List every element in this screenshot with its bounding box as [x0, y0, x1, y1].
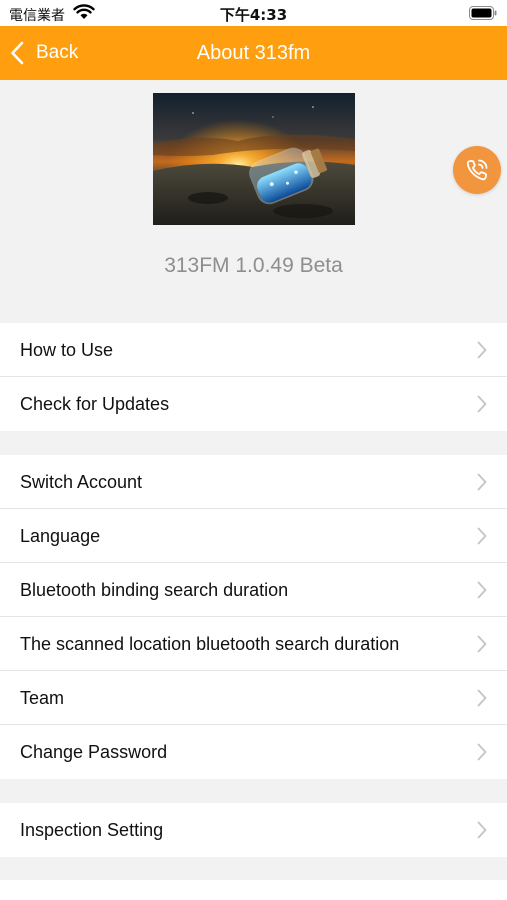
menu-item-label: Team — [20, 688, 65, 708]
menu-group-account: Switch Account Language Bluetooth bindin… — [0, 455, 507, 779]
menu-item-label: Check for Updates — [20, 394, 170, 414]
menu-item-label: Bluetooth binding search duration — [20, 580, 289, 600]
chevron-right-icon — [477, 473, 487, 491]
status-bar: 電信業者 下午4:33 — [0, 0, 507, 26]
menu-item-change-password[interactable]: Change Password — [0, 725, 507, 779]
menu-item-how-to-use[interactable]: How to Use — [0, 323, 507, 377]
back-button[interactable]: Back — [10, 26, 78, 80]
chevron-right-icon — [477, 395, 487, 413]
menu-item-scanned-location-bluetooth-duration[interactable]: The scanned location bluetooth search du… — [0, 617, 507, 671]
chevron-right-icon — [477, 341, 487, 359]
menu-item-label: Inspection Setting — [20, 820, 164, 840]
navigation-bar: About 313fm Back — [0, 26, 507, 80]
menu-item-inspection-setting[interactable]: Inspection Setting — [0, 803, 507, 857]
chevron-left-icon — [11, 41, 24, 65]
menu-item-check-for-updates[interactable]: Check for Updates — [0, 377, 507, 431]
chevron-right-icon — [477, 689, 487, 707]
menu-item-label: How to Use — [20, 340, 114, 360]
menu-group-settings: Inspection Setting — [0, 803, 507, 857]
phone-call-icon — [466, 159, 488, 181]
app-banner-image — [153, 93, 355, 225]
chevron-right-icon — [477, 635, 487, 653]
back-button-label: Back — [36, 42, 79, 63]
menu-item-label: Change Password — [20, 742, 168, 762]
battery-icon — [469, 6, 497, 20]
chevron-right-icon — [477, 743, 487, 761]
menu-group-help: How to Use Check for Updates — [0, 323, 507, 431]
menu-item-language[interactable]: Language — [0, 509, 507, 563]
menu-item-team[interactable]: Team — [0, 671, 507, 725]
status-time: 下午4:33 — [219, 6, 288, 24]
app-version-label: 313FM 1.0.49 Beta — [164, 254, 343, 277]
chevron-right-icon — [477, 821, 487, 839]
menu-item-label: The scanned location bluetooth search du… — [20, 634, 400, 654]
menu-group-more — [0, 880, 507, 900]
menu-item-label: Language — [20, 526, 101, 546]
menu-item-label: Switch Account — [20, 472, 143, 492]
chevron-right-icon — [477, 581, 487, 599]
call-button[interactable] — [453, 146, 501, 194]
menu-item-bluetooth-binding-duration[interactable]: Bluetooth binding search duration — [0, 563, 507, 617]
menu-item-switch-account[interactable]: Switch Account — [0, 455, 507, 509]
chevron-right-icon — [477, 527, 487, 545]
